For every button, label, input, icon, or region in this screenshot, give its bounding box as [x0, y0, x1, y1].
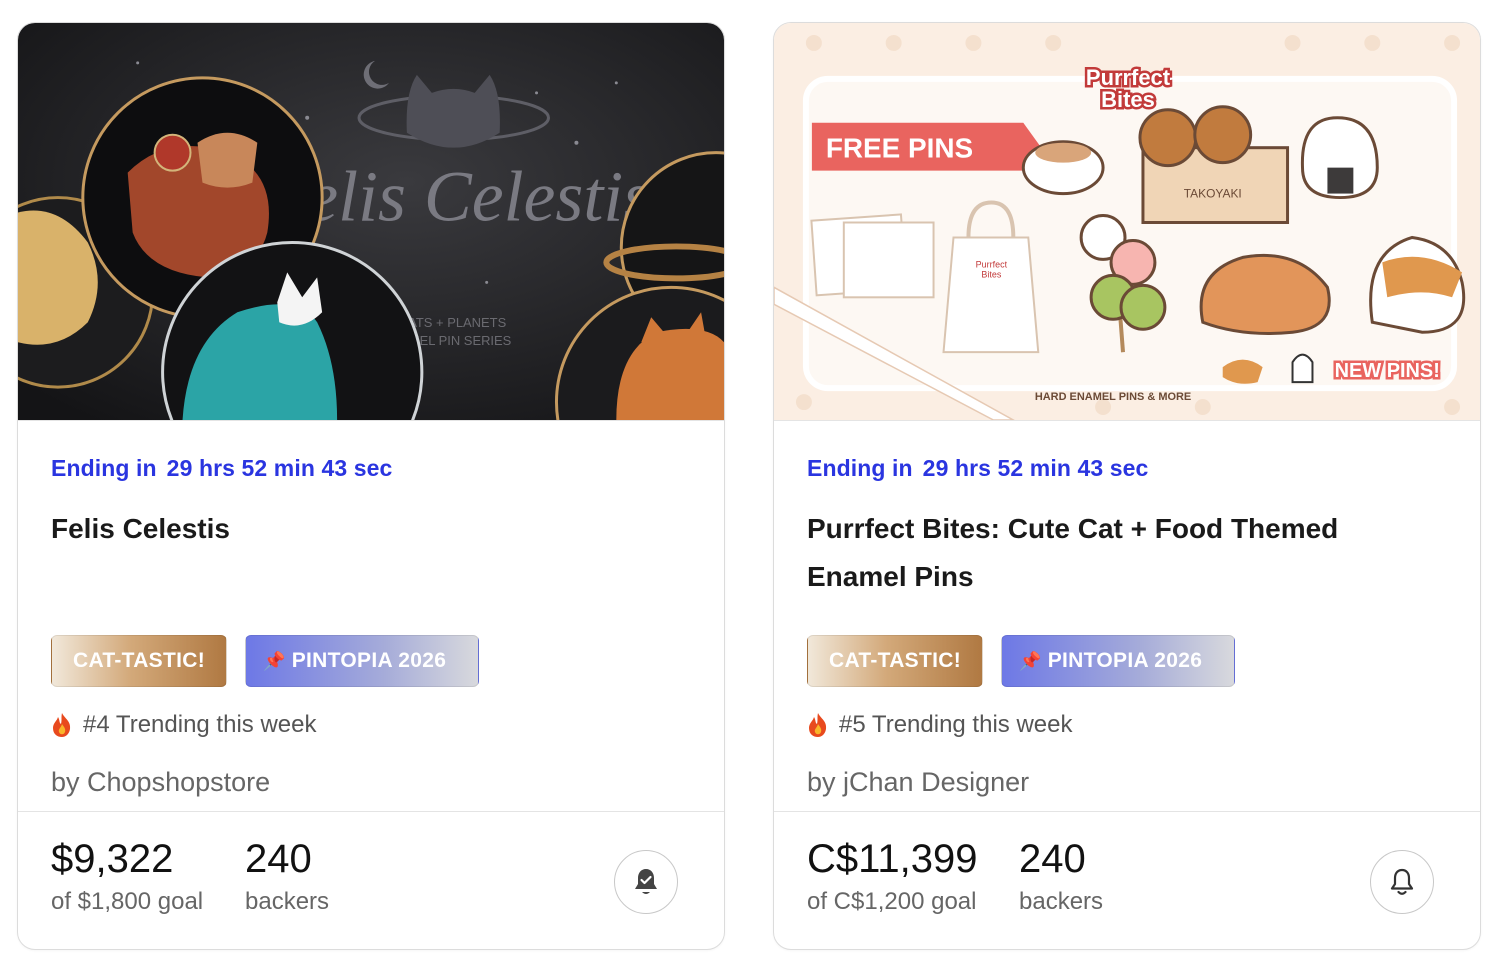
badge-label: PINTOPIA 2026	[1047, 649, 1203, 672]
remind-me-button[interactable]	[1370, 850, 1434, 914]
svg-text:HARD ENAMEL PINS & MORE: HARD ENAMEL PINS & MORE	[1035, 391, 1191, 403]
pledged-amount: $9,322	[51, 837, 174, 881]
trending-indicator: #5 Trending this week	[807, 711, 1072, 739]
pushpin-icon: 📌	[263, 650, 286, 671]
svg-text:Bites: Bites	[1101, 87, 1155, 112]
project-card[interactable]: Purrfect Bites FREE PINS TAKOYAKI Purrfe…	[773, 22, 1481, 950]
pintopia-badge[interactable]: 📌 PINTOPIA 2026	[1001, 635, 1235, 687]
pushpin-icon: 📌	[1019, 650, 1042, 671]
cat-tastic-badge[interactable]: CAT-TASTIC!	[807, 635, 983, 687]
card-footer: $9,322 of $1,800 goal 240 backers	[18, 811, 724, 949]
ending-time: 29 hrs 52 min 43 sec	[922, 455, 1149, 481]
pledged-amount: C$11,399	[807, 837, 978, 881]
backers-label: backers	[1019, 888, 1104, 915]
project-image[interactable]: Felis Celestis A CATS + PLANETS ENAMEL P…	[18, 23, 724, 421]
fire-icon	[809, 713, 827, 737]
trending-text: #4 Trending this week	[83, 711, 317, 738]
svg-text:FREE PINS: FREE PINS	[826, 133, 973, 164]
svg-text:TAKOYAKI: TAKOYAKI	[1184, 187, 1242, 201]
fire-icon	[53, 713, 71, 737]
project-card[interactable]: Felis Celestis A CATS + PLANETS ENAMEL P…	[17, 22, 725, 950]
badge-label: PINTOPIA 2026	[291, 649, 447, 672]
backers-count: 240	[1019, 837, 1086, 881]
purrfect-bites-artwork: Purrfect Bites FREE PINS TAKOYAKI Purrfe…	[774, 23, 1480, 420]
pintopia-badge[interactable]: 📌 PINTOPIA 2026	[245, 635, 479, 687]
ending-label: Ending in	[51, 455, 157, 481]
svg-text:Bites: Bites	[981, 269, 1001, 279]
badge-label: CAT-TASTIC!	[73, 649, 205, 672]
ending-time: 29 hrs 52 min 43 sec	[166, 455, 393, 481]
project-title[interactable]: Purrfect Bites: Cute Cat + Food Themed E…	[807, 505, 1427, 601]
remind-me-button[interactable]	[614, 850, 678, 914]
ending-countdown: Ending in 29 hrs 52 min 43 sec	[807, 455, 1148, 482]
project-grid: Felis Celestis A CATS + PLANETS ENAMEL P…	[0, 0, 1502, 970]
trending-indicator: #4 Trending this week	[51, 711, 316, 739]
pledged-stat: $9,322 of $1,800 goal	[51, 836, 203, 916]
svg-text:Purrfect: Purrfect	[976, 259, 1008, 269]
goal-text: of C$1,200 goal	[807, 888, 977, 915]
ending-countdown: Ending in 29 hrs 52 min 43 sec	[51, 455, 392, 482]
project-image[interactable]: Purrfect Bites FREE PINS TAKOYAKI Purrfe…	[774, 23, 1480, 421]
project-title[interactable]: Felis Celestis	[51, 505, 671, 553]
creator-link[interactable]: by jChan Designer	[807, 767, 1029, 798]
backers-label: backers	[245, 888, 330, 915]
cat-tastic-badge[interactable]: CAT-TASTIC!	[51, 635, 227, 687]
badge-row: CAT-TASTIC! 📌 PINTOPIA 2026	[807, 635, 1235, 687]
backers-stat: 240 backers	[1019, 836, 1103, 916]
badge-row: CAT-TASTIC! 📌 PINTOPIA 2026	[51, 635, 479, 687]
bell-icon	[1390, 868, 1414, 895]
badge-label: CAT-TASTIC!	[829, 649, 961, 672]
backers-count: 240	[245, 837, 312, 881]
pledged-stat: C$11,399 of C$1,200 goal	[807, 836, 978, 916]
svg-text:NEW PINS!: NEW PINS!	[1335, 360, 1440, 382]
creator-link[interactable]: by Chopshopstore	[51, 767, 270, 798]
backers-stat: 240 backers	[245, 836, 329, 916]
card-footer: C$11,399 of C$1,200 goal 240 backers	[774, 811, 1480, 949]
felis-celestis-artwork: Felis Celestis A CATS + PLANETS ENAMEL P…	[18, 23, 724, 420]
ending-label: Ending in	[807, 455, 913, 481]
bell-check-icon	[635, 869, 657, 894]
trending-text: #5 Trending this week	[839, 711, 1073, 738]
goal-text: of $1,800 goal	[51, 888, 204, 915]
